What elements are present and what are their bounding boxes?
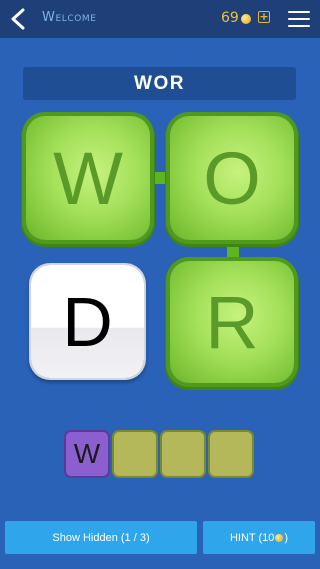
- letter-tile[interactable]: D: [31, 265, 144, 378]
- answer-slot: [210, 432, 252, 476]
- answer-slot: [114, 432, 156, 476]
- slot-letter: W: [73, 438, 101, 469]
- tile-connector: [150, 172, 170, 184]
- coin-count: 69: [221, 10, 239, 26]
- tile-connector: [227, 240, 239, 262]
- answer-slot: [162, 432, 204, 476]
- coin-balance: 69: [221, 10, 251, 26]
- screen-title: Welcome: [42, 10, 97, 25]
- tile-letter: R: [205, 280, 259, 364]
- tile-letter: D: [62, 282, 113, 361]
- hint-label-suffix: ): [284, 531, 289, 544]
- letter-tile[interactable]: O: [170, 116, 294, 240]
- hint-label: HINT (10: [229, 531, 275, 544]
- hint-button[interactable]: HINT (10 ): [203, 521, 315, 554]
- add-coins-icon[interactable]: +: [258, 11, 270, 23]
- menu-icon[interactable]: [288, 11, 310, 27]
- show-hidden-button[interactable]: Show Hidden (1 / 3): [5, 521, 197, 554]
- answer-slot: W: [66, 432, 108, 476]
- coin-icon: [240, 13, 251, 24]
- show-hidden-label: Show Hidden (1 / 3): [52, 531, 150, 544]
- tile-letter: W: [53, 136, 123, 220]
- letter-tile[interactable]: W: [26, 116, 150, 240]
- top-bar: Welcome 69 +: [0, 0, 320, 38]
- current-word-display: WOR: [23, 67, 296, 100]
- coin-icon: [275, 533, 284, 542]
- letter-tile[interactable]: R: [170, 261, 294, 383]
- back-arrow-icon[interactable]: [9, 8, 27, 30]
- tile-letter: O: [203, 136, 261, 220]
